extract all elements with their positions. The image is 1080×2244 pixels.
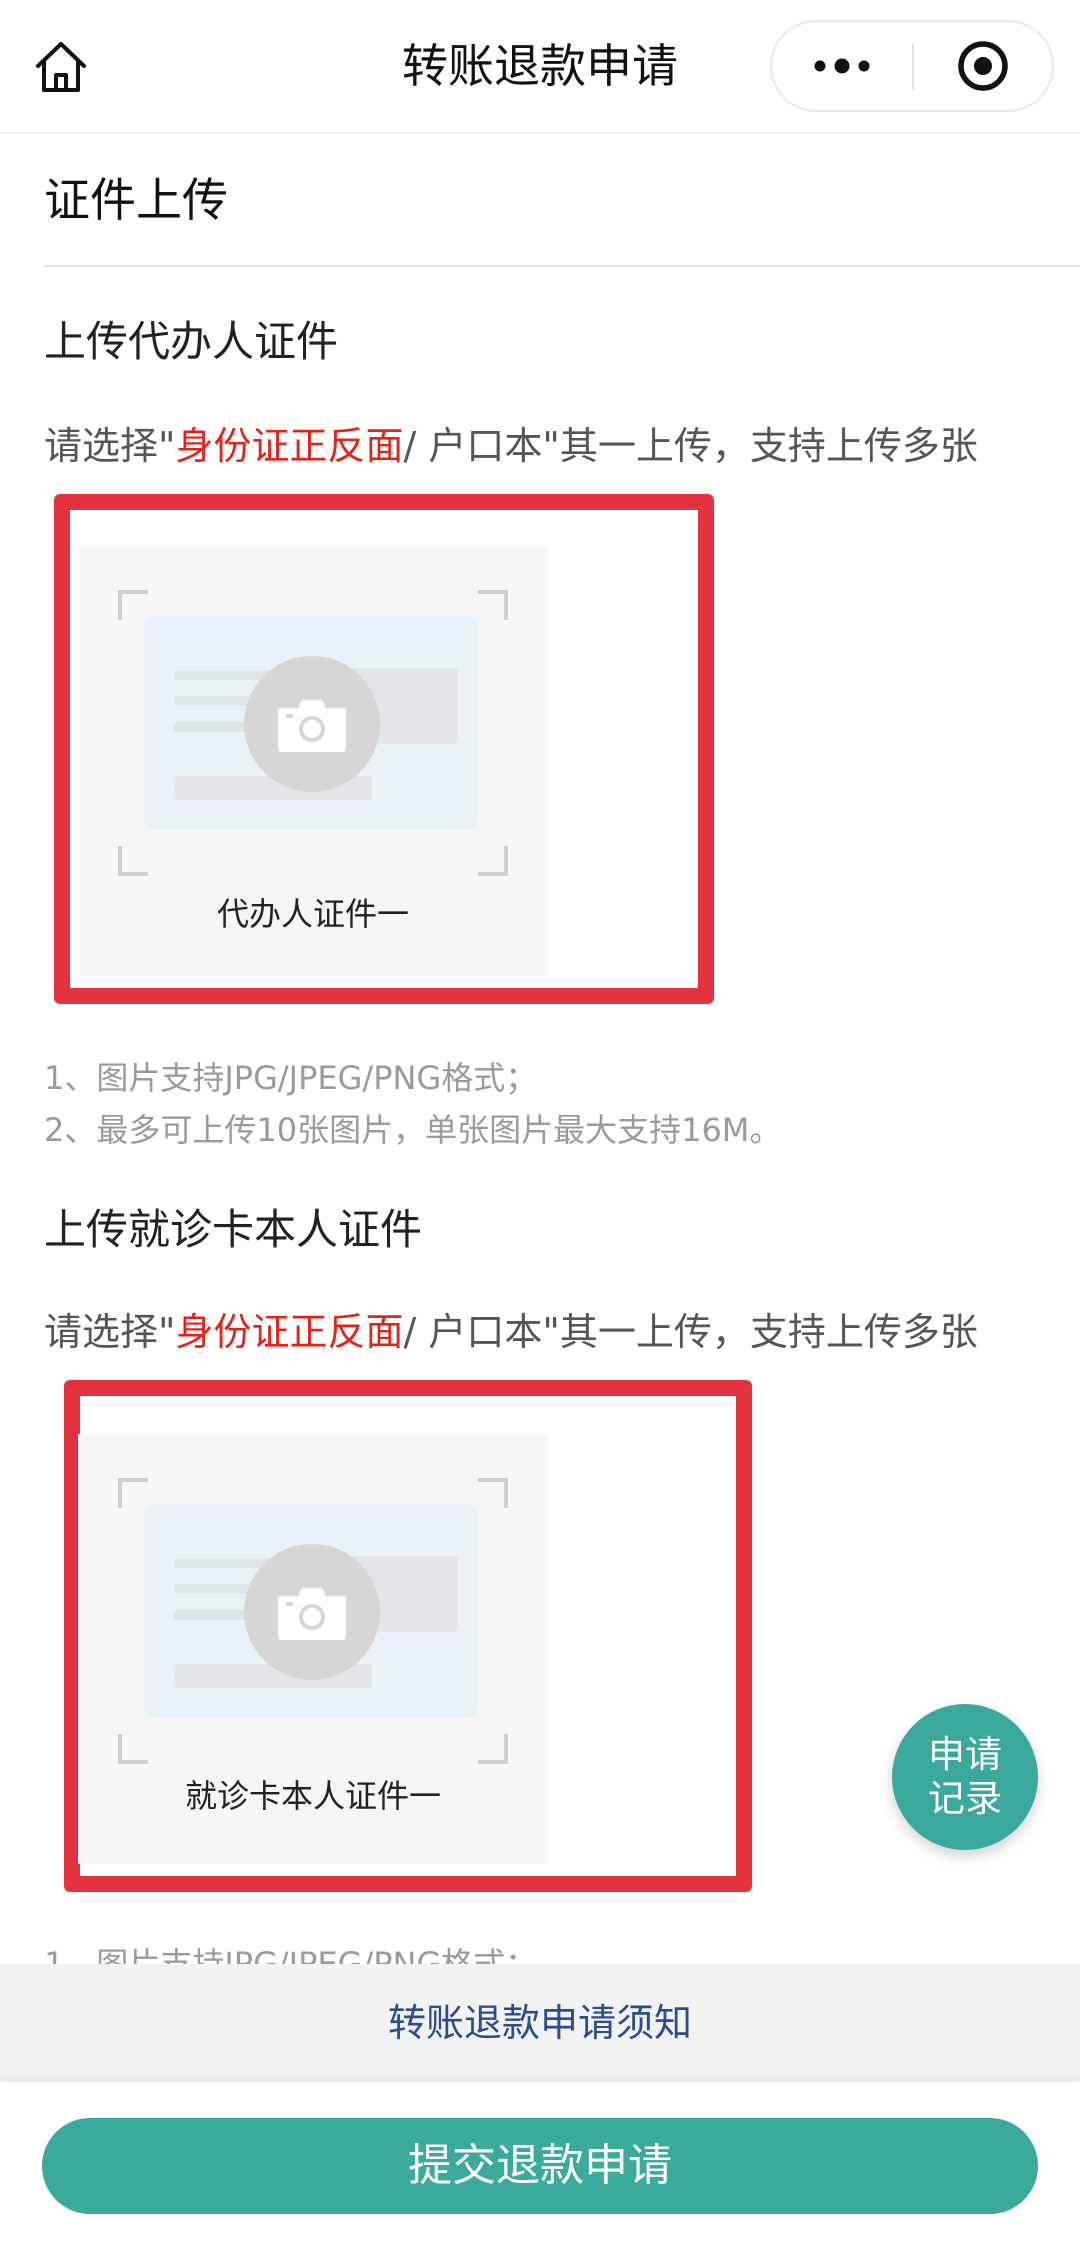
target-icon (958, 41, 1008, 91)
corner-mark (118, 1478, 148, 1508)
nav-bar: 转账退款申请 (0, 0, 1080, 133)
upload-card-label: 代办人证件一 (216, 895, 409, 933)
corner-mark (478, 590, 508, 620)
upload-card-cardholder-id[interactable]: 就诊卡本人证件一 (78, 1434, 548, 1864)
fab-label-line1: 申请 (928, 1733, 1002, 1776)
corner-mark (478, 1478, 508, 1508)
camera-button[interactable] (244, 1544, 380, 1680)
upload-card-label: 就诊卡本人证件一 (184, 1777, 441, 1815)
camera-button[interactable] (244, 656, 380, 792)
note-line: 2、最多可上传10张图片，单张图片最大支持16M。 (44, 1111, 782, 1149)
instruction-agent: 请选择"身份证正反面/ 户口本"其一上传，支持上传多张 (44, 420, 978, 472)
upload-notes-agent: 1、图片支持JPG/JPEG/PNG格式； 2、最多可上传10张图片，单张图片最… (44, 1052, 781, 1156)
bottom-action-bar: 提交退款申请 (0, 2082, 1080, 2244)
section-divider (44, 265, 1080, 267)
home-button[interactable] (30, 36, 92, 98)
corner-mark (118, 1734, 148, 1764)
submit-refund-button[interactable]: 提交退款申请 (42, 2118, 1038, 2214)
fab-label-line2: 记录 (928, 1777, 1002, 1820)
corner-mark (478, 1734, 508, 1764)
instruction-prefix: 请选择" (44, 424, 176, 468)
camera-icon (278, 700, 346, 752)
home-icon (36, 42, 86, 92)
camera-icon (278, 1588, 346, 1640)
group-title-cardholder: 上传就诊卡本人证件 (44, 1205, 423, 1254)
instruction-highlight: 身份证正反面 (175, 424, 404, 468)
instruction-suffix: / 户口本"其一上传，支持上传多张 (403, 1310, 978, 1354)
instruction-highlight: 身份证正反面 (175, 1310, 404, 1354)
corner-mark (118, 590, 148, 620)
corner-mark (478, 846, 508, 876)
instruction-cardholder: 请选择"身份证正反面/ 户口本"其一上传，支持上传多张 (44, 1306, 978, 1358)
corner-mark (118, 846, 148, 876)
group-title-agent: 上传代办人证件 (44, 317, 339, 366)
application-records-button[interactable]: 申请 记录 (892, 1704, 1038, 1850)
more-button[interactable] (772, 22, 912, 110)
instruction-prefix: 请选择" (44, 1310, 176, 1354)
upload-card-agent-id[interactable]: 代办人证件一 (78, 546, 548, 976)
close-mini-program-button[interactable] (914, 22, 1052, 110)
more-dots-icon (814, 58, 870, 74)
section-title: 证件上传 (44, 173, 228, 227)
instruction-suffix: / 户口本"其一上传，支持上传多张 (403, 424, 978, 468)
note-line: 1、图片支持JPG/JPEG/PNG格式； (44, 1059, 538, 1097)
mini-program-capsule (770, 20, 1054, 112)
refund-notice-link[interactable]: 转账退款申请须知 (0, 1964, 1080, 2082)
